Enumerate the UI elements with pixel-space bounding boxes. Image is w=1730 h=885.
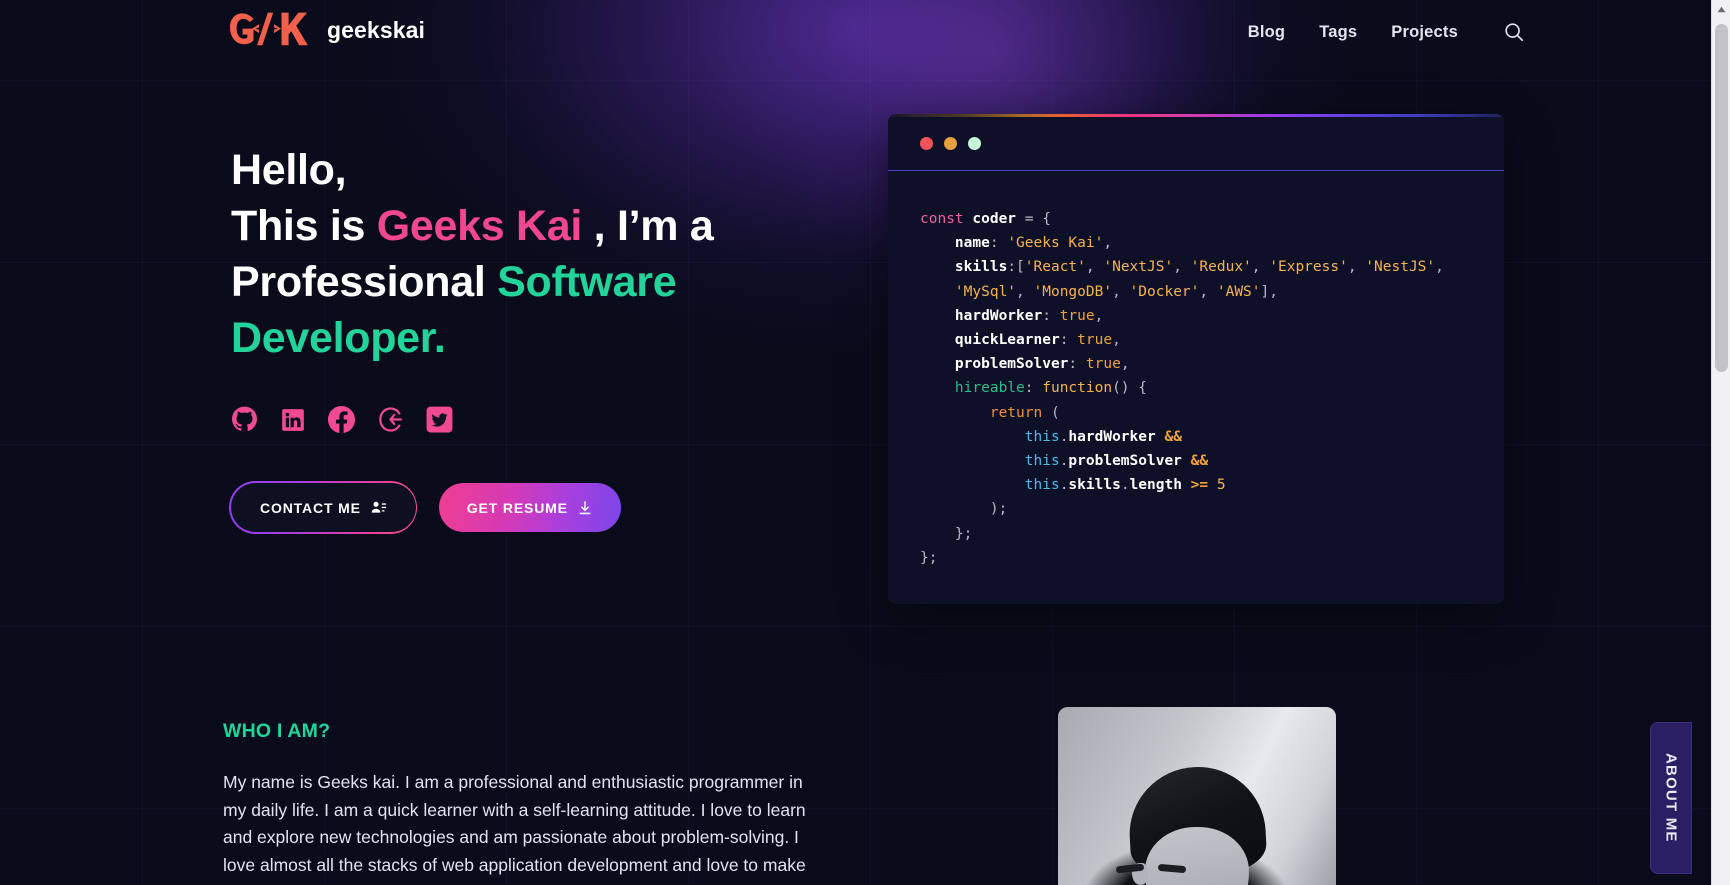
- about-section: WHO I AM? My name is Geeks kai. I am a p…: [0, 640, 1711, 885]
- hero-line-2-pre: This is: [231, 202, 377, 250]
- codeforces-icon[interactable]: [377, 406, 404, 433]
- code-block: const coder = { name: 'Geeks Kai', skill…: [888, 171, 1504, 605]
- page-title: Hello, This is Geeks Kai , I’m a Profess…: [231, 142, 791, 366]
- hero-section: Hello, This is Geeks Kai , I’m a Profess…: [0, 0, 1711, 640]
- about-kicker: WHO I AM?: [223, 720, 331, 742]
- hero-line-3-pre: Professional: [231, 258, 498, 306]
- hero-role-highlight-1: Software: [497, 258, 677, 306]
- portrait-photo: [1058, 707, 1336, 885]
- site-header: geekskai Blog Tags Projects: [0, 0, 1711, 66]
- window-close-dot-icon[interactable]: [920, 137, 933, 150]
- twitter-icon[interactable]: [426, 406, 453, 433]
- facebook-icon[interactable]: [328, 406, 355, 433]
- nav-item-blog[interactable]: Blog: [1248, 23, 1285, 42]
- contact-card-icon: [370, 499, 387, 516]
- code-preview-panel: const coder = { name: 'Geeks Kai', skill…: [888, 114, 1504, 605]
- about-body-text: My name is Geeks kai. I am a professiona…: [223, 772, 806, 885]
- page-root: geekskai Blog Tags Projects Hello, This …: [0, 0, 1711, 885]
- hero-line-1: Hello,: [231, 146, 347, 194]
- nav-item-tags[interactable]: Tags: [1319, 23, 1357, 42]
- about-me-side-tab-label: ABOUT ME: [1662, 753, 1680, 843]
- hero-cta-row: CONTACT ME GET RESUME: [229, 481, 791, 534]
- hero-text-block: Hello, This is Geeks Kai , I’m a Profess…: [229, 142, 791, 534]
- get-resume-label: GET RESUME: [466, 499, 568, 516]
- linkedin-icon[interactable]: [280, 407, 306, 433]
- contact-me-button[interactable]: CONTACT ME: [229, 481, 418, 534]
- brand-logo-link[interactable]: geekskai: [229, 11, 425, 49]
- scrollbar-thumb[interactable]: [1715, 24, 1728, 372]
- window-maximize-dot-icon[interactable]: [968, 137, 981, 150]
- gk-logo-icon: [229, 11, 313, 49]
- download-icon: [577, 500, 593, 516]
- social-links: [231, 406, 791, 433]
- about-text-block: WHO I AM? My name is Geeks kai. I am a p…: [223, 720, 843, 885]
- about-me-side-tab[interactable]: ABOUT ME: [1650, 722, 1692, 874]
- window-minimize-dot-icon[interactable]: [944, 137, 957, 150]
- contact-me-label: CONTACT ME: [260, 499, 361, 516]
- nav-item-projects[interactable]: Projects: [1391, 23, 1458, 42]
- code-panel-titlebar: [888, 117, 1504, 171]
- github-icon[interactable]: [231, 406, 258, 433]
- hero-role-highlight-2: Developer.: [231, 314, 446, 362]
- hero-name-highlight: Geeks Kai: [376, 202, 583, 250]
- get-resume-button[interactable]: GET RESUME: [438, 483, 621, 532]
- brand-name: geekskai: [327, 16, 425, 43]
- main-nav: Blog Tags Projects: [1248, 20, 1526, 44]
- scrollbar-up-arrow-icon[interactable]: [1712, 0, 1730, 19]
- hero-line-2-post: , I’m a: [582, 202, 714, 250]
- page-scrollbar[interactable]: [1711, 0, 1730, 885]
- search-icon[interactable]: [1502, 20, 1526, 44]
